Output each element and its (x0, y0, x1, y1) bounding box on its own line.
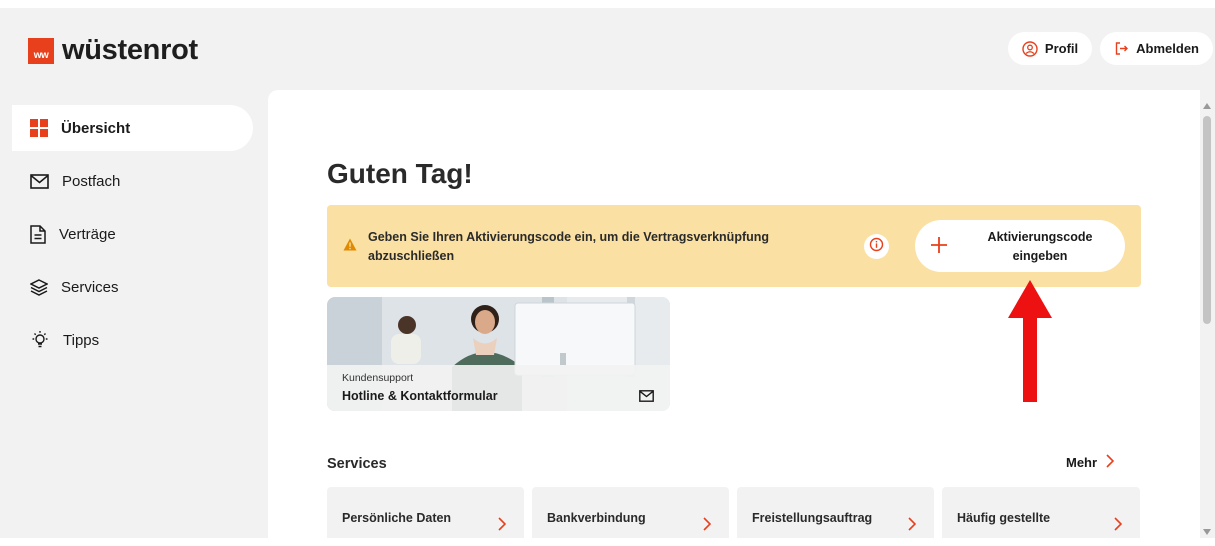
profile-label: Profil (1044, 41, 1079, 56)
logout-button[interactable]: Abmelden (1100, 32, 1213, 65)
service-card-title: Persönliche Daten (342, 511, 452, 525)
service-card-personal-data[interactable]: Persönliche Daten (327, 487, 524, 538)
logout-label: Abmelden (1136, 41, 1199, 56)
service-card-exemption-order[interactable]: Freistellungsauftrag (737, 487, 934, 538)
red-arrow-annotation (1008, 280, 1052, 407)
more-label: Mehr (1066, 455, 1098, 470)
sidebar-item-label: Verträge (59, 225, 116, 243)
brand-logo[interactable]: ww wüstenrot (28, 34, 198, 67)
warning-icon (343, 238, 357, 256)
profile-button[interactable]: Profil (1007, 32, 1093, 65)
logout-icon (1114, 41, 1129, 56)
banner-message: Geben Sie Ihren Aktivierungscode ein, um… (368, 230, 770, 263)
sidebar-item-label: Services (61, 278, 119, 296)
sidebar-item-label: Tipps (63, 331, 100, 349)
sidebar-item-label: Übersicht (61, 119, 131, 137)
sidebar-item-vertraege[interactable]: Verträge (12, 211, 253, 257)
scroll-up-arrow-icon[interactable] (1203, 96, 1211, 114)
service-card-title: Freistellungsauftrag (752, 511, 873, 525)
layers-icon (30, 278, 48, 296)
service-card-bank-details[interactable]: Bankverbindung (532, 487, 729, 538)
sidebar-nav: Übersicht Postfach Verträge Services Tip… (12, 105, 253, 370)
chevron-right-icon (498, 517, 507, 536)
vertical-scrollbar[interactable] (1200, 90, 1215, 538)
support-card[interactable]: Kundensupport Hotline & Kontaktformular (327, 297, 670, 411)
mail-icon (30, 173, 49, 189)
chevron-right-icon (1114, 517, 1123, 536)
activation-button-line2: eingeben (1012, 249, 1068, 263)
activation-button-line1: Aktivierungscode (987, 230, 1093, 244)
app-window: ww wüstenrot Profil Abmelden Übersicht P… (0, 8, 1215, 538)
activation-banner: Geben Sie Ihren Aktivierungscode ein, um… (327, 205, 1141, 287)
scroll-down-arrow-icon[interactable] (1203, 522, 1211, 538)
logo-wordmark: wüstenrot (62, 34, 198, 66)
service-cards: Persönliche Daten Bankverbindung Freiste… (327, 487, 1140, 538)
activation-code-button[interactable]: Aktivierungscode eingeben (915, 220, 1125, 272)
sidebar-item-uebersicht[interactable]: Übersicht (12, 105, 253, 151)
service-card-title: Häufig gestellte (957, 511, 1051, 525)
support-caption: Kundensupport Hotline & Kontaktformular (327, 365, 670, 411)
chevron-right-icon (908, 517, 917, 536)
activation-button-label: Aktivierungscode eingeben (965, 228, 1115, 266)
user-circle-icon (1022, 40, 1038, 57)
chevron-right-icon (1106, 454, 1115, 471)
services-heading: Services (327, 456, 387, 472)
sidebar-item-services[interactable]: Services (12, 264, 253, 310)
service-card-faq[interactable]: Häufig gestellte (942, 487, 1140, 538)
header-actions: Profil Abmelden (1007, 32, 1213, 65)
scrollbar-thumb[interactable] (1203, 116, 1211, 324)
logo-mark: ww (28, 37, 54, 64)
info-button[interactable] (864, 234, 889, 259)
support-category-label: Kundensupport (342, 372, 414, 384)
main-content: Guten Tag! Geben Sie Ihren Aktivierungsc… (268, 90, 1200, 538)
plus-icon (929, 235, 949, 260)
service-card-title: Bankverbindung (547, 511, 646, 525)
sidebar-item-postfach[interactable]: Postfach (12, 158, 253, 204)
page-title: Guten Tag! (327, 158, 473, 189)
lightbulb-icon (30, 330, 50, 350)
chevron-right-icon (703, 517, 712, 536)
sidebar-item-tipps[interactable]: Tipps (12, 317, 253, 363)
more-link[interactable]: Mehr (1066, 454, 1115, 471)
info-icon (869, 237, 884, 257)
sidebar-item-label: Postfach (62, 172, 121, 190)
document-icon (30, 224, 46, 244)
support-title: Hotline & Kontaktformular (342, 389, 498, 403)
grid-icon (30, 119, 48, 137)
mail-icon (639, 389, 654, 407)
